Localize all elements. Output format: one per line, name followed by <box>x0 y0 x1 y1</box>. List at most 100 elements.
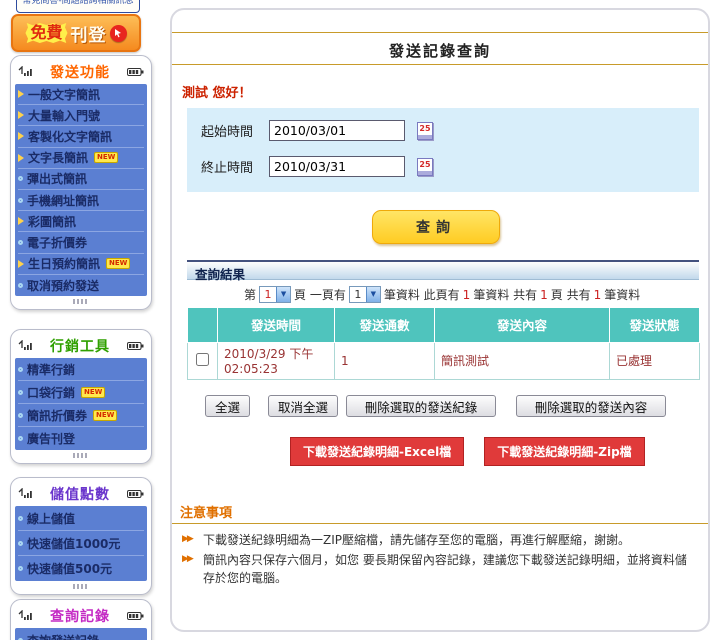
sidebar-item-general-text-sms[interactable]: 一般文字簡訊 <box>18 84 144 105</box>
start-time-label: 起始時間 <box>201 121 257 140</box>
download-zip-button[interactable]: 下載發送紀錄明細-Zip檔 <box>484 437 644 466</box>
sidebar-item-label: 廣告刊登 <box>27 430 75 447</box>
top-help-link[interactable]: 常見問答-問題諮詢相關訊息 <box>16 0 140 13</box>
sidebar-item-customized-text-sms[interactable]: 客製化文字簡訊 <box>18 126 144 147</box>
sidebar-item-label: 文字長簡訊 <box>28 149 88 166</box>
page-select-value: 1 <box>260 287 276 302</box>
calendar-icon[interactable]: 25 <box>417 122 433 140</box>
arrow-bullet-icon <box>18 132 24 140</box>
dot-bullet-icon <box>18 516 23 521</box>
battery-icon <box>127 484 144 503</box>
checkbox-column-header <box>188 308 218 342</box>
notes-list: ▶▶ 下載發送紀錄明細為一ZIP壓縮檔，請先儲存至您的電腦，再進行解壓縮，謝謝。… <box>182 531 698 587</box>
sidebar-item-label: 查詢發送記錄 <box>27 632 99 640</box>
divider <box>172 523 708 524</box>
download-excel-button[interactable]: 下載發送紀錄明細-Excel檔 <box>290 437 464 466</box>
divider <box>172 64 708 65</box>
per-page-select-value: 1 <box>350 287 366 302</box>
signal-icon <box>18 336 33 355</box>
new-badge: NEW <box>106 258 130 269</box>
panel-footer <box>15 581 147 592</box>
sidebar-item-label: 快速儲值1000元 <box>27 535 120 552</box>
sidebar-item-label: 口袋行銷 <box>27 384 75 401</box>
pagination-text: 頁 共有 <box>551 286 591 303</box>
results-table: 發送時間 發送通數 發送內容 發送狀態 2010/3/29 下午 02:05:2… <box>187 308 700 380</box>
delete-selected-contents-button[interactable]: 刪除選取的發送內容 <box>516 395 666 417</box>
sidebar-item-pocket-marketing[interactable]: 口袋行銷NEW <box>18 381 144 404</box>
sidebar-item-online-topup[interactable]: 線上儲值 <box>18 506 144 531</box>
arrow-bullet-icon <box>18 154 24 162</box>
dot-bullet-icon <box>18 413 23 418</box>
grip-icon <box>73 584 89 589</box>
dot-bullet-icon <box>18 541 23 546</box>
column-header-send-time: 發送時間 <box>218 308 335 342</box>
dot-bullet-icon <box>18 566 23 571</box>
sidebar-item-birthday-scheduled-sms[interactable]: 生日預約簡訊 NEW <box>18 254 144 275</box>
table-header-row: 發送時間 發送通數 發送內容 發送狀態 <box>188 308 700 342</box>
sidebar-item-label: 彩圖簡訊 <box>28 213 76 230</box>
table-row: 2010/3/29 下午 02:05:23 1 簡訊測試 已處理 <box>188 342 700 379</box>
notes-heading: 注意事項 <box>180 502 232 521</box>
sidebar-item-bulk-number-input[interactable]: 大量輸入門號 <box>18 105 144 126</box>
sidebar-item-picture-sms[interactable]: 彩圖簡訊 <box>18 211 144 232</box>
end-time-input[interactable] <box>269 156 405 177</box>
row-checkbox[interactable] <box>196 353 209 366</box>
sidebar-item-label: 客製化文字簡訊 <box>28 128 112 145</box>
delete-selected-records-button[interactable]: 刪除選取的發送紀錄 <box>346 395 496 417</box>
deselect-all-button[interactable]: 取消全選 <box>268 395 338 417</box>
free-burst-label: 免費 <box>25 23 67 43</box>
sidebar-panel-query-records: 查詢記錄 查詢發送記錄 <box>10 599 152 640</box>
pagination-count: 1 <box>463 288 471 302</box>
dot-bullet-icon <box>18 176 23 181</box>
sidebar-item-ad-publish[interactable]: 廣告刊登 <box>18 427 144 450</box>
sidebar-item-label: 彈出式簡訊 <box>27 170 87 187</box>
sidebar-item-label: 生日預約簡訊 <box>28 255 100 272</box>
per-page-select[interactable]: 1 ▼ <box>349 286 381 303</box>
battery-icon <box>127 62 144 81</box>
sidebar-item-precision-marketing[interactable]: 精準行銷 <box>18 358 144 381</box>
calendar-day: 25 <box>418 159 432 171</box>
sidebar-item-label: 簡訊折價券 <box>27 407 87 424</box>
sidebar-item-mobile-url-sms[interactable]: 手機網址簡訊 <box>18 190 144 211</box>
panel-footer <box>15 450 147 461</box>
signal-icon <box>18 484 33 503</box>
sidebar-item-quick-topup-1000[interactable]: 快速儲值1000元 <box>18 531 144 556</box>
panel-title-stored-value: 儲值點數 <box>50 484 110 504</box>
arrow-bullet-icon <box>18 90 24 98</box>
sidebar-item-quick-topup-500[interactable]: 快速儲值500元 <box>18 556 144 581</box>
note-item: ▶▶ 簡訊內容只保存六個月，如您 要長期保留內容記錄，建議您下載發送記錄明細，並… <box>182 551 698 587</box>
start-time-input[interactable] <box>269 120 405 141</box>
cell-send-status: 已處理 <box>610 342 700 379</box>
panel-footer <box>15 296 147 307</box>
grip-icon <box>73 299 89 304</box>
sidebar-item-e-coupon[interactable]: 電子折價券 <box>18 232 144 253</box>
page-title: 發送記錄查詢 <box>172 40 708 61</box>
calendar-icon[interactable]: 25 <box>417 158 433 176</box>
sidebar-item-query-send-records[interactable]: 查詢發送記錄 <box>18 628 144 640</box>
publish-label: 刊登 <box>71 21 107 46</box>
pagination-count: 1 <box>594 288 602 302</box>
note-arrow-icon: ▶▶ <box>182 551 198 587</box>
pagination-text: 筆資料 共有 <box>473 286 537 303</box>
sidebar-item-label: 手機網址簡訊 <box>27 192 99 209</box>
page: 常見問答-問題諮詢相關訊息 免費 刊登 發送功能 一般文字簡訊 大量輸入門號 客… <box>0 0 728 640</box>
pagination-bar: 第 1 ▼ 頁 一頁有 1 ▼ 筆資料 此頁有1筆資料 共有1頁 共有1筆資料 <box>244 286 640 303</box>
sidebar-item-sms-coupon[interactable]: 簡訊折價券 NEW <box>18 404 144 427</box>
sidebar-item-label: 電子折價券 <box>27 234 87 251</box>
sidebar-item-cancel-scheduled-send[interactable]: 取消預約發送 <box>18 275 144 296</box>
sidebar-item-label: 快速儲值500元 <box>27 560 112 577</box>
dot-bullet-icon <box>18 436 23 441</box>
panel-header: 查詢記錄 <box>15 603 147 628</box>
download-actions: 下載發送紀錄明細-Excel檔 下載發送紀錄明細-Zip檔 <box>290 437 645 466</box>
free-publish-banner[interactable]: 免費 刊登 <box>11 14 141 52</box>
query-button[interactable]: 查詢 <box>372 210 500 244</box>
signal-icon <box>18 606 33 625</box>
divider <box>172 32 708 33</box>
sidebar-item-long-text-sms[interactable]: 文字長簡訊NEW <box>18 148 144 169</box>
pagination-text: 第 <box>244 286 256 303</box>
page-select[interactable]: 1 ▼ <box>259 286 291 303</box>
new-badge: NEW <box>93 410 117 421</box>
dot-bullet-icon <box>18 240 23 245</box>
select-all-button[interactable]: 全選 <box>205 395 250 417</box>
sidebar-item-popup-sms[interactable]: 彈出式簡訊 <box>18 169 144 190</box>
